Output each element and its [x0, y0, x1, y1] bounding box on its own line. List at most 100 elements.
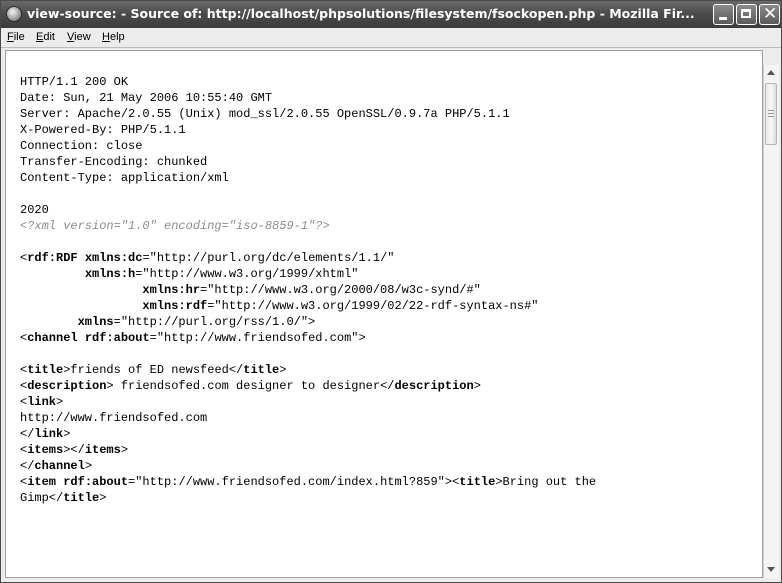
source-text: ="http://purl.org/dc/elements/1.1/"	[142, 251, 395, 265]
source-text: ="http://www.w3.org/1999/xhtml"	[135, 267, 359, 281]
source-line: xmlns="http://purl.org/rss/1.0/">	[20, 314, 596, 330]
scroll-thumb[interactable]	[765, 83, 777, 145]
source-line: Date: Sun, 21 May 2006 10:55:40 GMT	[20, 90, 596, 106]
source-text: >	[84, 459, 93, 473]
source-text: ></	[63, 443, 85, 457]
browser-window: view-source: - Source of: http://localho…	[0, 0, 782, 583]
tag-name: title	[63, 491, 100, 505]
maximize-button[interactable]	[736, 4, 757, 25]
source-line: xmlns:rdf="http://www.w3.org/1999/02/22-…	[20, 298, 596, 314]
source-line: Gimp</title>	[20, 490, 596, 506]
source-line	[20, 186, 596, 202]
source-line: </link>	[20, 426, 596, 442]
source-text: > friendsofed.com designer to designer</	[106, 379, 395, 393]
tag-name: title	[459, 475, 496, 489]
menu-file[interactable]: File	[7, 31, 25, 43]
tag-name: link	[27, 395, 57, 409]
tag-name: link	[34, 427, 64, 441]
close-button[interactable]: ✕	[759, 4, 780, 25]
menu-bar: File Edit View Help	[1, 28, 781, 48]
source-line: HTTP/1.1 200 OK	[20, 74, 596, 90]
source-text	[78, 331, 85, 345]
source-text: >Bring out the	[495, 475, 597, 489]
source-line: Connection: close	[20, 138, 596, 154]
source-text: http://www.friendsofed.com	[20, 411, 208, 425]
source-text: Date: Sun, 21 May 2006 10:55:40 GMT	[20, 91, 273, 105]
tag-name: rdf:RDF	[27, 251, 78, 265]
source-line: <description> friendsofed.com designer t…	[20, 378, 596, 394]
source-text: 2020	[20, 203, 49, 217]
source-line: <items></items>	[20, 442, 596, 458]
close-icon: ✕	[763, 4, 778, 24]
source-line	[20, 346, 596, 362]
source-line: <channel rdf:about="http://www.friendsof…	[20, 330, 596, 346]
title-bar[interactable]: view-source: - Source of: http://localho…	[1, 1, 781, 28]
source-text: >	[120, 443, 129, 457]
source-line: Transfer-Encoding: chunked	[20, 154, 596, 170]
source-text: >	[63, 427, 71, 441]
source-text: X-Powered-By: PHP/5.1.1	[20, 123, 186, 137]
menu-help-accel: H	[102, 31, 110, 43]
source-text: HTTP/1.1 200 OK	[20, 75, 129, 89]
source-text: >	[473, 379, 481, 393]
tag-name: items	[27, 443, 64, 457]
source-text: >	[56, 395, 64, 409]
source-line: Server: Apache/2.0.55 (Unix) mod_ssl/2.0…	[20, 106, 596, 122]
firefox-icon[interactable]	[6, 6, 22, 22]
source-text	[20, 267, 85, 281]
tag-name: channel	[27, 331, 78, 345]
tag-name: xmlns:rdf	[142, 299, 208, 313]
scroll-up-arrow-icon[interactable]	[764, 65, 779, 81]
source-text	[20, 283, 142, 297]
source-text: >	[279, 363, 287, 377]
menu-edit[interactable]: Edit	[36, 31, 55, 43]
source-text: ="http://www.w3.org/1999/02/22-rdf-synta…	[207, 299, 539, 313]
source-text: Connection: close	[20, 139, 143, 153]
scroll-down-arrow-icon[interactable]	[764, 562, 779, 578]
menu-help[interactable]: Help	[102, 31, 125, 43]
source-text: Gimp</	[20, 491, 64, 505]
source-view[interactable]: HTTP/1.1 200 OK Date: Sun, 21 May 2006 10…	[5, 50, 763, 578]
source-line: http://www.friendsofed.com	[20, 410, 596, 426]
source-line: xmlns:hr="http://www.w3.org/2000/08/w3c-…	[20, 282, 596, 298]
vertical-scrollbar[interactable]	[763, 65, 779, 578]
source-text: ="http://www.friendsofed.com/index.html?…	[128, 475, 460, 489]
tag-name: xmlns:dc	[84, 251, 143, 265]
window-title: view-source: - Source of: http://localho…	[27, 6, 695, 21]
source-text: Transfer-Encoding: chunked	[20, 155, 208, 169]
tag-name: items	[84, 443, 121, 457]
menu-view[interactable]: View	[67, 31, 91, 43]
source-text	[78, 251, 85, 265]
minimize-button[interactable]	[713, 4, 734, 25]
source-line: Content-Type: application/xml	[20, 170, 596, 186]
tag-name: item	[27, 475, 57, 489]
tag-name: xmlns:hr	[142, 283, 201, 297]
menu-edit-label: dit	[43, 31, 55, 43]
tag-name: rdf:about	[63, 475, 129, 489]
source-line: X-Powered-By: PHP/5.1.1	[20, 122, 596, 138]
source-text	[20, 299, 142, 313]
source-line: xmlns:h="http://www.w3.org/1999/xhtml"	[20, 266, 596, 282]
tag-name: title	[27, 363, 64, 377]
menu-view-label: iew	[74, 31, 91, 43]
tag-name: xmlns	[77, 315, 114, 329]
tag-name: description	[394, 379, 474, 393]
source-text: ="http://www.friendsofed.com">	[149, 331, 366, 345]
source-code: HTTP/1.1 200 OK Date: Sun, 21 May 2006 10…	[20, 74, 596, 506]
tag-name: rdf:about	[84, 331, 150, 345]
source-text: ="http://purl.org/rss/1.0/">	[113, 315, 316, 329]
source-text: </	[20, 427, 35, 441]
source-text: </	[20, 459, 35, 473]
source-line: </channel>	[20, 458, 596, 474]
menu-help-label: elp	[109, 31, 125, 43]
source-line: <link>	[20, 394, 596, 410]
source-text: Content-Type: application/xml	[20, 171, 229, 185]
source-line: <title>friends of ED newsfeed</title>	[20, 362, 596, 378]
source-text: >	[99, 491, 107, 505]
source-line	[20, 234, 596, 250]
source-line: <rdf:RDF xmlns:dc="http://purl.org/dc/el…	[20, 250, 596, 266]
source-text: >friends of ED newsfeed</	[63, 363, 244, 377]
source-line: <?xml version="1.0" encoding="iso-8859-1…	[20, 218, 596, 234]
menu-file-label: ile	[13, 31, 25, 43]
menu-file-accel: F	[7, 31, 14, 43]
